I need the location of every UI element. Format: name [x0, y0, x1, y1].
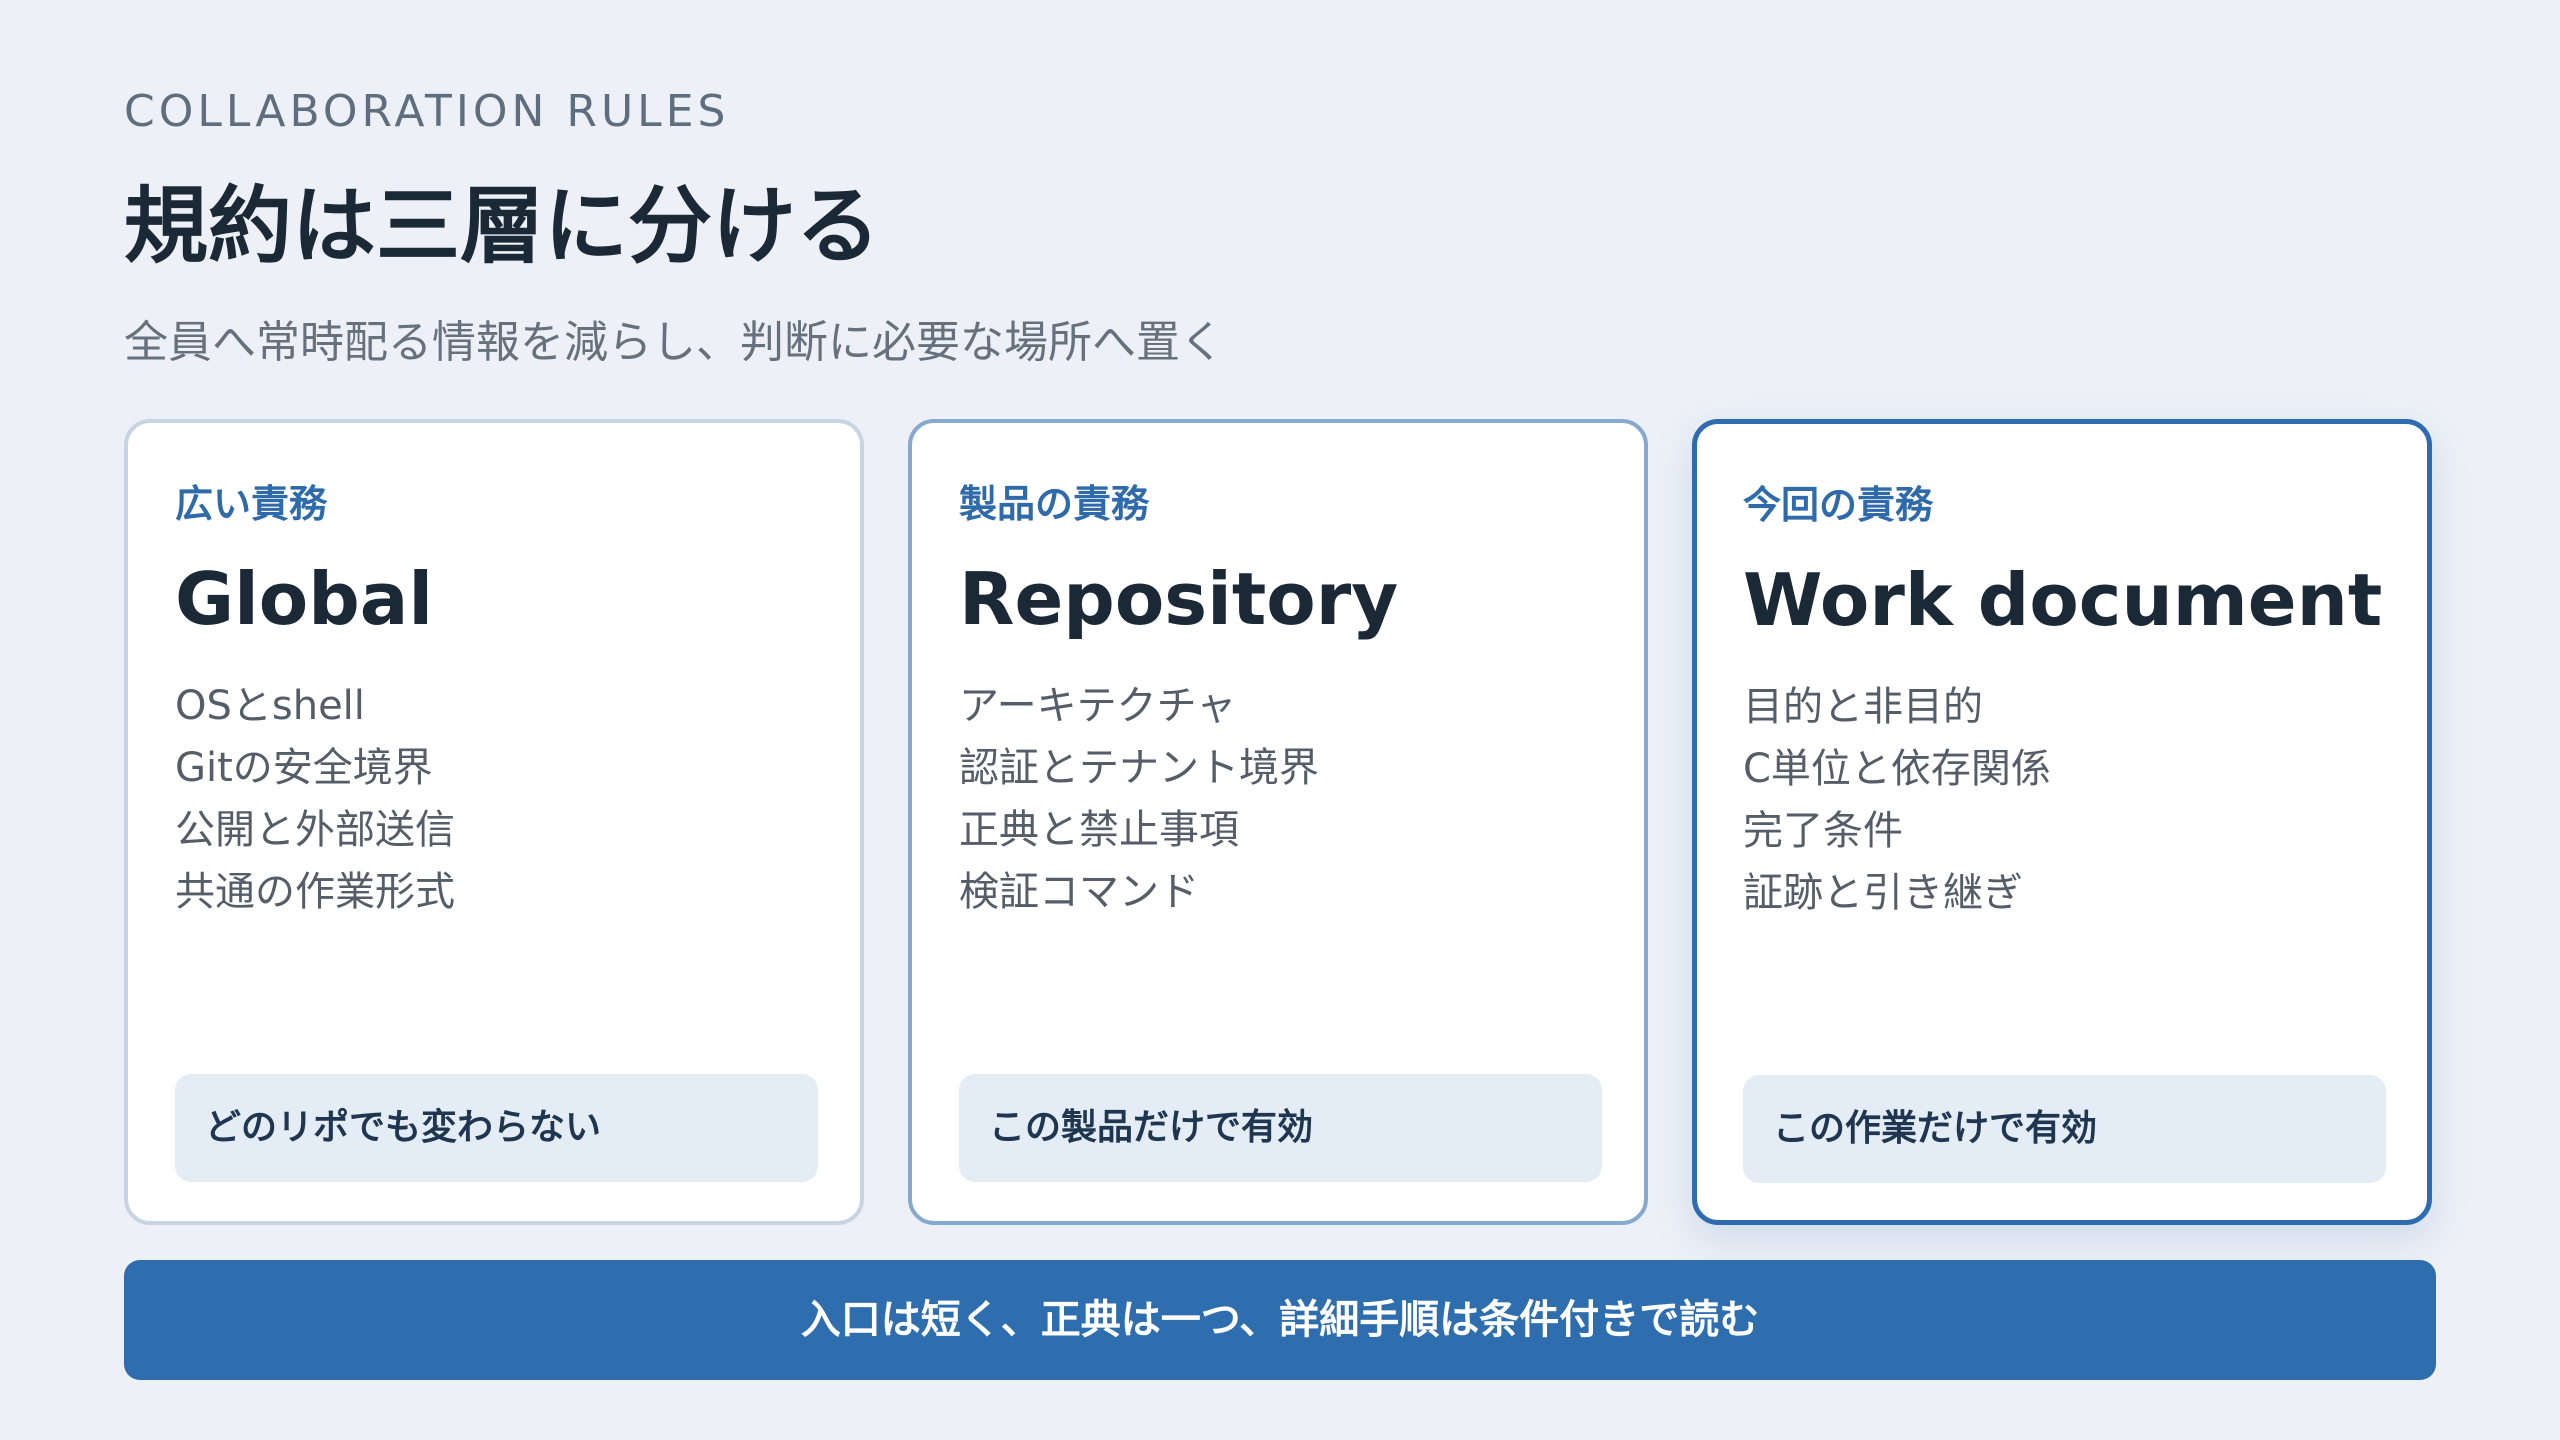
card-item: 共通の作業形式: [175, 869, 455, 915]
card-item: 検証コマンド: [959, 869, 1199, 915]
card-repository: 製品の責務 Repository アーキテクチャ 認証とテナント境界 正典と禁止…: [908, 419, 1648, 1225]
card-title: Work document: [1743, 558, 2383, 642]
card-item: 正典と禁止事項: [959, 807, 1239, 853]
card-item: Gitの安全境界: [175, 745, 433, 791]
card-item: 認証とテナント境界: [959, 745, 1319, 791]
card-item: OSとshell: [175, 683, 365, 729]
card-item: C単位と依存関係: [1743, 746, 2051, 792]
page-subtitle: 全員へ常時配る情報を減らし、判断に必要な場所へ置く: [124, 317, 1224, 368]
slide: COLLABORATION RULES 規約は三層に分ける 全員へ常時配る情報を…: [0, 0, 2560, 1440]
card-kicker: 広い責務: [175, 482, 328, 526]
card-note: どのリポでも変わらない: [175, 1074, 818, 1182]
card-title: Global: [175, 557, 434, 641]
card-global: 広い責務 Global OSとshell Gitの安全境界 公開と外部送信 共通…: [124, 419, 864, 1225]
card-item: 目的と非目的: [1743, 684, 1983, 730]
eyebrow-label: COLLABORATION RULES: [124, 86, 730, 137]
card-item: 公開と外部送信: [175, 807, 455, 853]
summary-banner: 入口は短く、正典は一つ、詳細手順は条件付きで読む: [124, 1260, 2436, 1380]
card-item-list: 目的と非目的 C単位と依存関係 完了条件 証跡と引き継ぎ: [1743, 676, 2051, 924]
card-note: この作業だけで有効: [1743, 1075, 2386, 1183]
card-note: この製品だけで有効: [959, 1074, 1602, 1182]
card-item-list: OSとshell Gitの安全境界 公開と外部送信 共通の作業形式: [175, 675, 455, 923]
card-item: 完了条件: [1743, 808, 1903, 854]
card-kicker: 今回の責務: [1743, 483, 1934, 527]
card-item: アーキテクチャ: [959, 683, 1237, 729]
card-item-list: アーキテクチャ 認証とテナント境界 正典と禁止事項 検証コマンド: [959, 675, 1319, 923]
card-kicker: 製品の責務: [959, 482, 1150, 526]
card-work-document: 今回の責務 Work document 目的と非目的 C単位と依存関係 完了条件…: [1692, 419, 2432, 1225]
page-title: 規約は三層に分ける: [124, 177, 881, 275]
card-item: 証跡と引き継ぎ: [1743, 870, 2023, 916]
card-title: Repository: [959, 557, 1399, 641]
